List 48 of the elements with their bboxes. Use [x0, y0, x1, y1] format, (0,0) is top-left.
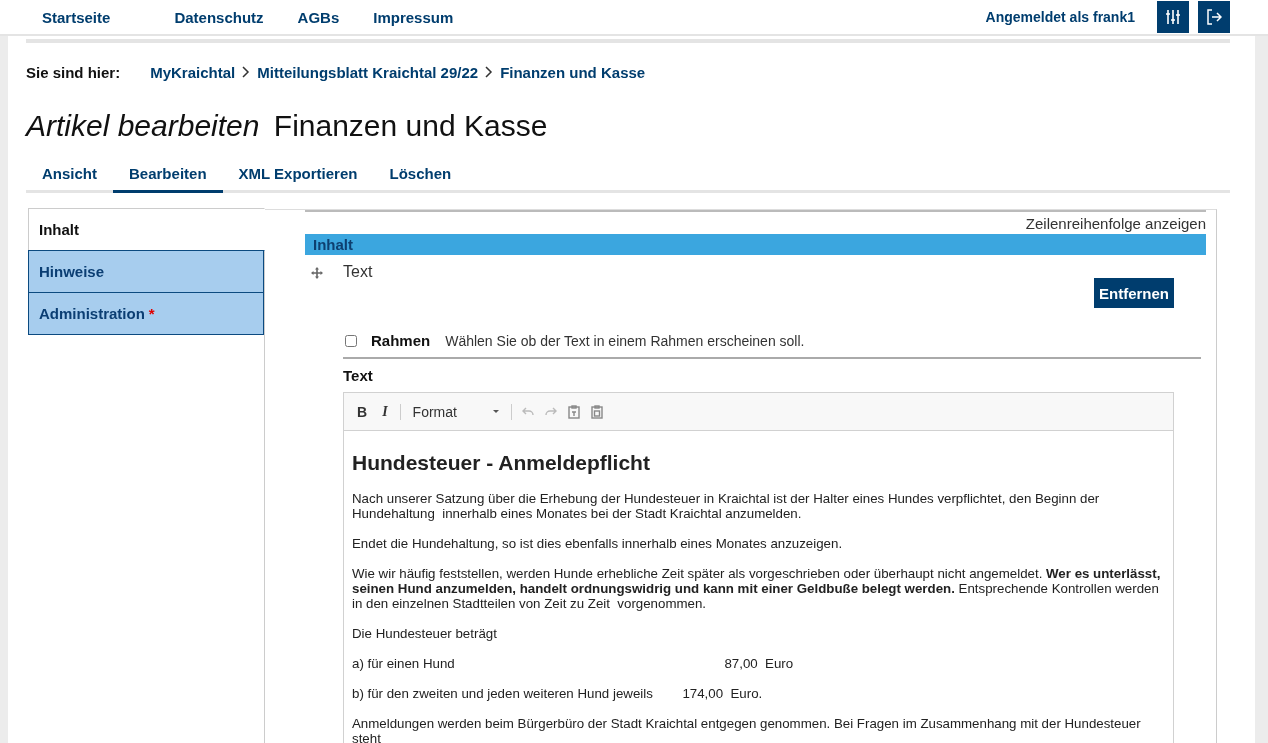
caret-icon	[492, 409, 499, 414]
nav-link[interactable]: Datenschutz	[174, 8, 264, 26]
logout-button[interactable]	[1198, 1, 1230, 33]
remove-button[interactable]: Entfernen	[1094, 278, 1174, 308]
settings-button[interactable]	[1157, 1, 1189, 33]
checkbox-label: Rahmen	[371, 332, 431, 349]
side-tab[interactable]: Inhalt	[28, 208, 265, 251]
tab[interactable]: Löschen	[373, 163, 468, 193]
clipboard-icon[interactable]	[589, 404, 604, 419]
nav-link[interactable]: Startseite	[42, 8, 111, 26]
checkbox-hint: Wählen Sie ob der Text in einem Rahmen erscheinen soll.	[445, 332, 805, 349]
italic-button[interactable]: I	[379, 401, 391, 422]
breadcrumb-link[interactable]: Finanzen und Kasse	[500, 63, 646, 81]
sliders-icon	[1165, 9, 1181, 25]
logout-icon	[1206, 9, 1222, 25]
field-label: Text	[343, 367, 374, 384]
clipboard-icon[interactable]	[566, 404, 581, 419]
item-type-label: Text	[343, 263, 373, 282]
document-paragraph: b) für den zweiten und jeden weiteren Hund jeweils 174,00 Euro.	[352, 686, 764, 701]
bold-button[interactable]: B	[354, 401, 371, 422]
document-paragraph: Die Hundesteuer beträgt	[352, 626, 498, 641]
tab[interactable]: XML Exportieren	[222, 163, 374, 193]
document-paragraph: Endet die Hundehaltung, so ist dies ebenfalls innerhalb eines Monates anzuzeigen.	[352, 536, 844, 551]
text-editor[interactable]	[343, 392, 1174, 743]
breadcrumb-link[interactable]: MyKraichtal	[150, 63, 236, 81]
format-dropdown[interactable]: Format	[409, 401, 502, 422]
breadcrumb-label: Sie sind hier:	[26, 63, 121, 81]
page-title: Artikel bearbeiten Finanzen und Kasse	[26, 109, 548, 142]
chevron-icon	[485, 66, 494, 78]
row-order-link[interactable]: Zeilenreihenfolge anzeigen	[305, 212, 1206, 234]
move-icon[interactable]	[311, 267, 323, 279]
tab[interactable]: Ansicht	[26, 163, 113, 193]
document-paragraph: Wie wir häufig feststellen, werden Hunde erhebliche Zeit später als vorgeschrieben oder überhaupt nicht angemeldet. Wer es unterlässt, seinen Hund anzumelden, handelt ordnungswidrig und kann mit einer Geldbuße belegt werden. Entsprechende Kontrollen werden in den einzelnen Stadtteilen von Zeit zu Zeit vorgenommen.	[352, 566, 1162, 611]
side-tab[interactable]: Hinweise	[28, 250, 264, 293]
breadcrumb-link[interactable]: Mitteilungsblatt Kraichtal 29/22	[257, 63, 479, 81]
document-heading: Hundesteuer - Anmeldepflicht	[352, 451, 651, 475]
frame-checkbox[interactable]	[345, 334, 357, 347]
chevron-icon	[242, 66, 251, 78]
section-bar: Inhalt	[305, 234, 1206, 255]
nav-link[interactable]: AGBs	[297, 8, 340, 26]
document-paragraph: a) für einen Hund 87,00 Euro	[352, 656, 795, 671]
document-paragraph: Anmeldungen werden beim Bürgerbüro der Stadt Kraichtal entgegen genommen. Bei Fragen im Zusammenhang mit der Hundesteuer steht	[352, 716, 1142, 743]
tab[interactable]: Bearbeiten	[113, 163, 223, 193]
side-tab[interactable]: Administration *	[28, 292, 264, 335]
nav-link[interactable]: Impressum	[373, 8, 454, 26]
document-paragraph: Nach unserer Satzung über die Erhebung der Hundesteuer in Kraichtal ist der Halter eines Hundes verpflichtet, den Beginn der Hundehaltung innerhalb eines Monates bei der Stadt Kraichtal anzumelden.	[352, 491, 1101, 521]
user-label: Angemeldet als frank1	[985, 9, 1135, 25]
required-mark: *	[148, 305, 155, 322]
